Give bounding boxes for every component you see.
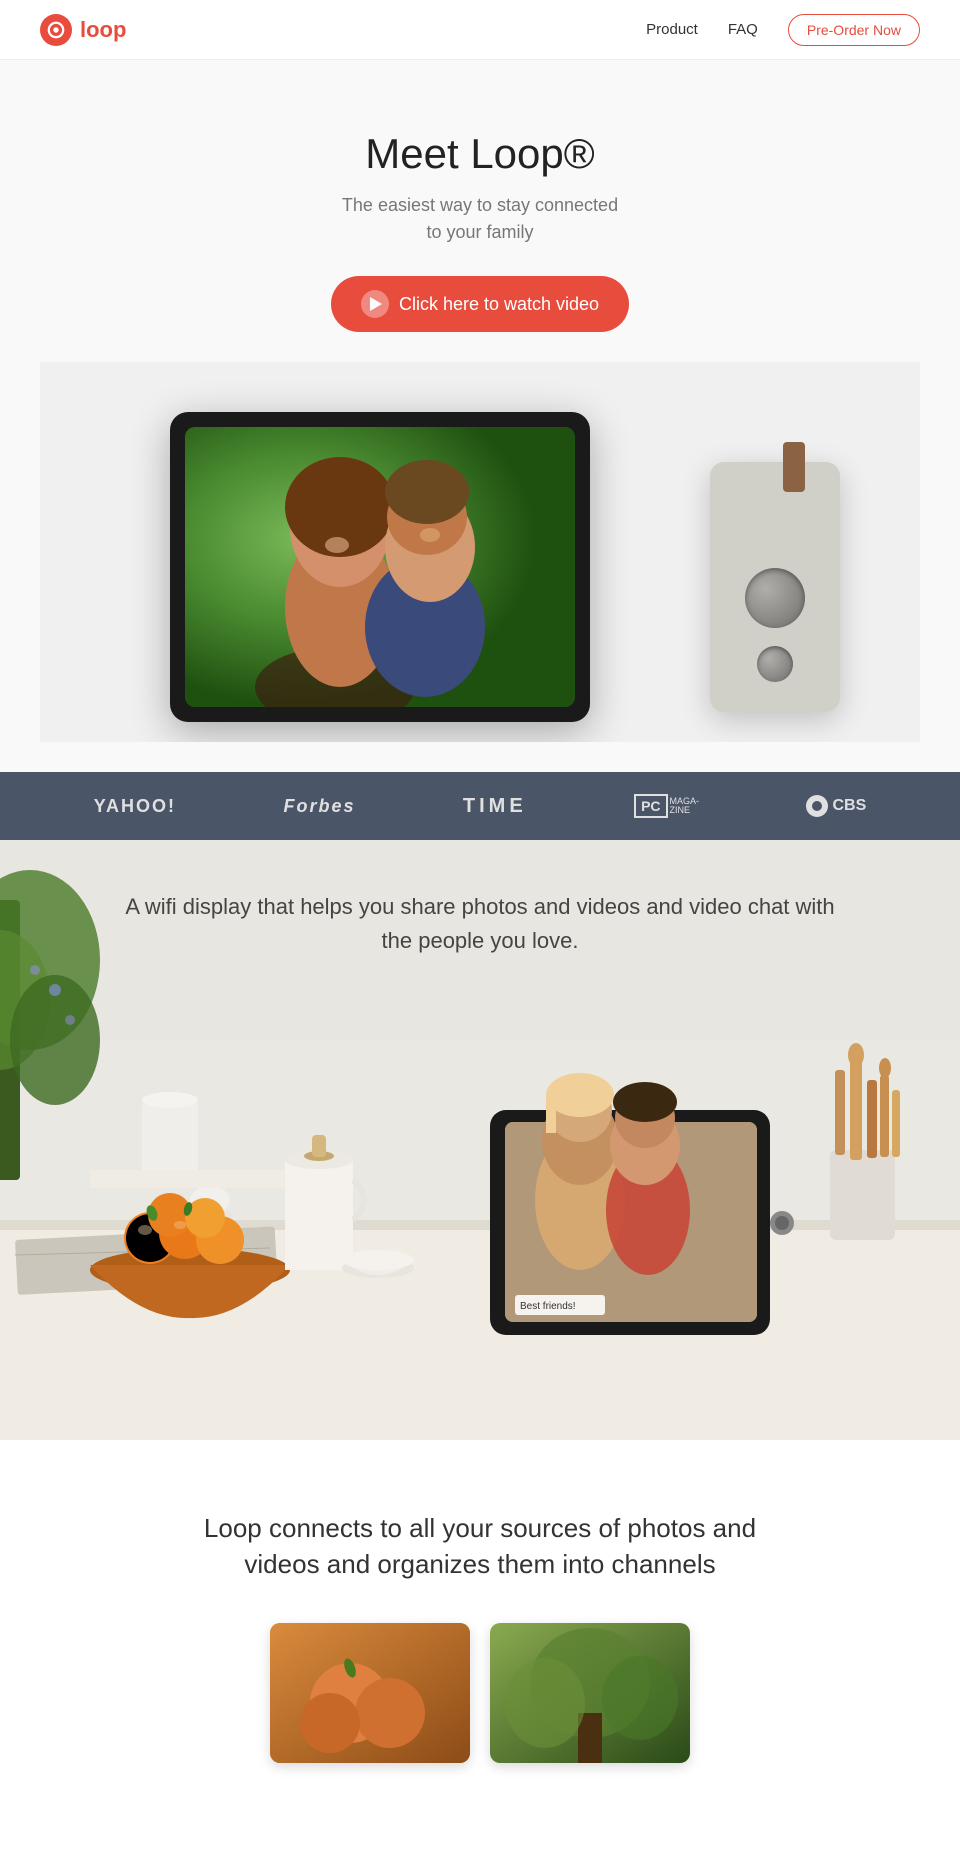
watch-video-button[interactable]: Click here to watch video [331, 276, 629, 332]
device-knob-large [745, 568, 805, 628]
press-cbs: CBS [806, 795, 866, 817]
press-yahoo: YAHOO! [94, 796, 176, 817]
press-time: TIME [463, 795, 527, 818]
loop-device-side [710, 462, 840, 712]
pc-box: PC [634, 794, 667, 818]
press-bar: YAHOO! Forbes TIME PC MAGA-ZINE CBS [0, 772, 960, 840]
nav-faq-link[interactable]: FAQ [728, 21, 758, 38]
thumb-food [270, 1623, 470, 1763]
preorder-button[interactable]: Pre-Order Now [788, 14, 920, 46]
svg-text:Best friends!: Best friends! [520, 1301, 576, 1312]
feature-description: A wifi display that helps you share phot… [120, 890, 840, 958]
pc-mag-text: MAGA-ZINE [670, 797, 700, 815]
nav-product-link[interactable]: Product [646, 21, 698, 38]
hero-product-image [40, 362, 920, 742]
device-screen [185, 427, 575, 707]
cbs-eye-inner [812, 801, 822, 811]
device-knob-small [757, 646, 793, 682]
nav-links: Product FAQ Pre-Order Now [646, 14, 920, 46]
logo-icon [40, 14, 72, 46]
hero-section: Meet Loop® The easiest way to stay conne… [0, 60, 960, 772]
feature-text: A wifi display that helps you share phot… [0, 890, 960, 958]
loop-device-main [170, 412, 590, 722]
navbar: loop Product FAQ Pre-Order Now [0, 0, 960, 60]
cbs-eye-icon [806, 795, 828, 817]
device-plug [783, 442, 805, 492]
logo-text: loop [80, 17, 126, 43]
channel-thumbnails [40, 1623, 920, 1803]
press-forbes: Forbes [283, 796, 355, 817]
feature-section: Best friends! A wifi display that helps … [0, 840, 960, 1440]
hero-subtitle: The easiest way to stay connected to you… [40, 192, 920, 246]
play-icon [361, 290, 389, 318]
connect-description: Loop connects to all your sources of pho… [180, 1510, 780, 1583]
device-screen-inner [185, 427, 575, 707]
connect-section: Loop connects to all your sources of pho… [0, 1440, 960, 1843]
logo[interactable]: loop [40, 14, 126, 46]
play-triangle [370, 297, 382, 311]
thumb-family [490, 1623, 690, 1763]
press-pcmag: PC MAGA-ZINE [634, 794, 699, 818]
hero-title: Meet Loop® [40, 130, 920, 178]
